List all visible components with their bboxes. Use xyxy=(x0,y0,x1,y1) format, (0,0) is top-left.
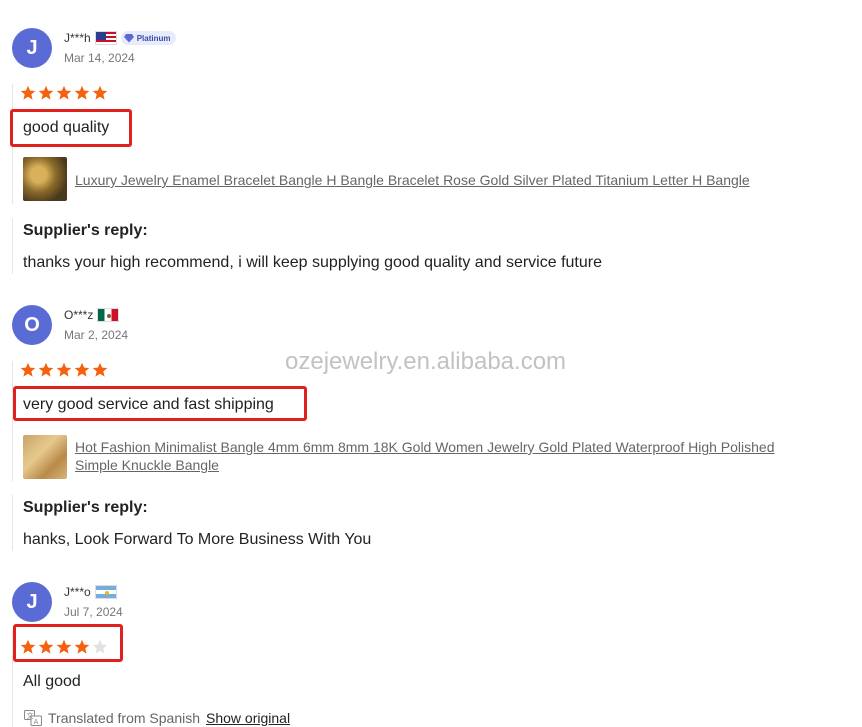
supplier-reply-text: thanks your high recommend, i will keep … xyxy=(23,254,602,271)
us-flag-icon xyxy=(94,31,117,45)
review-text: All good xyxy=(23,673,81,690)
star-filled-icon xyxy=(20,639,36,654)
star-filled-icon xyxy=(56,362,72,377)
product-link[interactable]: Luxury Jewelry Enamel Bracelet Bangle H … xyxy=(75,171,750,189)
review-date: Jul 7, 2024 xyxy=(64,605,123,619)
avatar: O xyxy=(12,305,52,345)
star-filled-icon xyxy=(74,362,90,377)
star-filled-icon xyxy=(20,85,36,100)
diamond-icon xyxy=(123,34,134,43)
supplier-reply-label: Supplier's reply: xyxy=(23,499,148,516)
product-thumbnail[interactable] xyxy=(23,157,67,201)
star-filled-icon xyxy=(38,85,54,100)
review-date: Mar 2, 2024 xyxy=(64,328,129,342)
reviewer-info: J***o xyxy=(64,585,117,599)
star-rating xyxy=(20,639,108,655)
review-date: Mar 14, 2024 xyxy=(64,51,135,65)
show-original-link[interactable]: Show original xyxy=(206,710,290,726)
reviewer-name: J***o xyxy=(64,585,91,599)
review-text: good quality xyxy=(23,119,110,136)
avatar: J xyxy=(12,28,52,68)
star-filled-icon xyxy=(74,639,90,654)
star-filled-icon xyxy=(20,362,36,377)
mx-flag-icon xyxy=(97,308,120,322)
star-filled-icon xyxy=(92,362,108,377)
reviewer-name: J***h xyxy=(64,31,91,45)
ar-flag-icon xyxy=(94,585,117,599)
supplier-reply-text: hanks, Look Forward To More Business Wit… xyxy=(23,531,372,548)
star-empty-icon xyxy=(92,639,108,654)
star-filled-icon xyxy=(74,85,90,100)
platinum-badge: Platinum xyxy=(120,31,177,45)
translation-note: 文 A Translated from Spanish Show origina… xyxy=(24,710,290,726)
translate-icon: 文 A xyxy=(24,710,42,726)
star-rating xyxy=(20,85,108,101)
star-filled-icon xyxy=(38,639,54,654)
reply-divider-line xyxy=(12,218,13,274)
star-filled-icon xyxy=(38,362,54,377)
watermark: ozejewelry.en.alibaba.com xyxy=(285,348,567,375)
star-filled-icon xyxy=(56,85,72,100)
star-filled-icon xyxy=(92,85,108,100)
product-item[interactable]: Luxury Jewelry Enamel Bracelet Bangle H … xyxy=(23,157,823,201)
translated-from-label: Translated from Spanish xyxy=(48,710,200,726)
product-link[interactable]: Hot Fashion Minimalist Bangle 4mm 6mm 8m… xyxy=(75,438,815,474)
product-item[interactable]: Hot Fashion Minimalist Bangle 4mm 6mm 8m… xyxy=(23,435,823,479)
supplier-reply-label: Supplier's reply: xyxy=(23,222,148,239)
star-rating xyxy=(20,362,108,378)
reviewer-info: O***z xyxy=(64,308,120,322)
reviewer-info: J***h Platinum xyxy=(64,31,177,45)
review-divider-line xyxy=(12,361,13,481)
reviewer-name: O***z xyxy=(64,308,94,322)
review-text: very good service and fast shipping xyxy=(23,396,274,413)
product-thumbnail[interactable] xyxy=(23,435,67,479)
svg-text:文: 文 xyxy=(27,711,34,720)
star-filled-icon xyxy=(56,639,72,654)
svg-text:A: A xyxy=(34,718,39,726)
avatar: J xyxy=(12,582,52,622)
reply-divider-line xyxy=(12,495,13,551)
